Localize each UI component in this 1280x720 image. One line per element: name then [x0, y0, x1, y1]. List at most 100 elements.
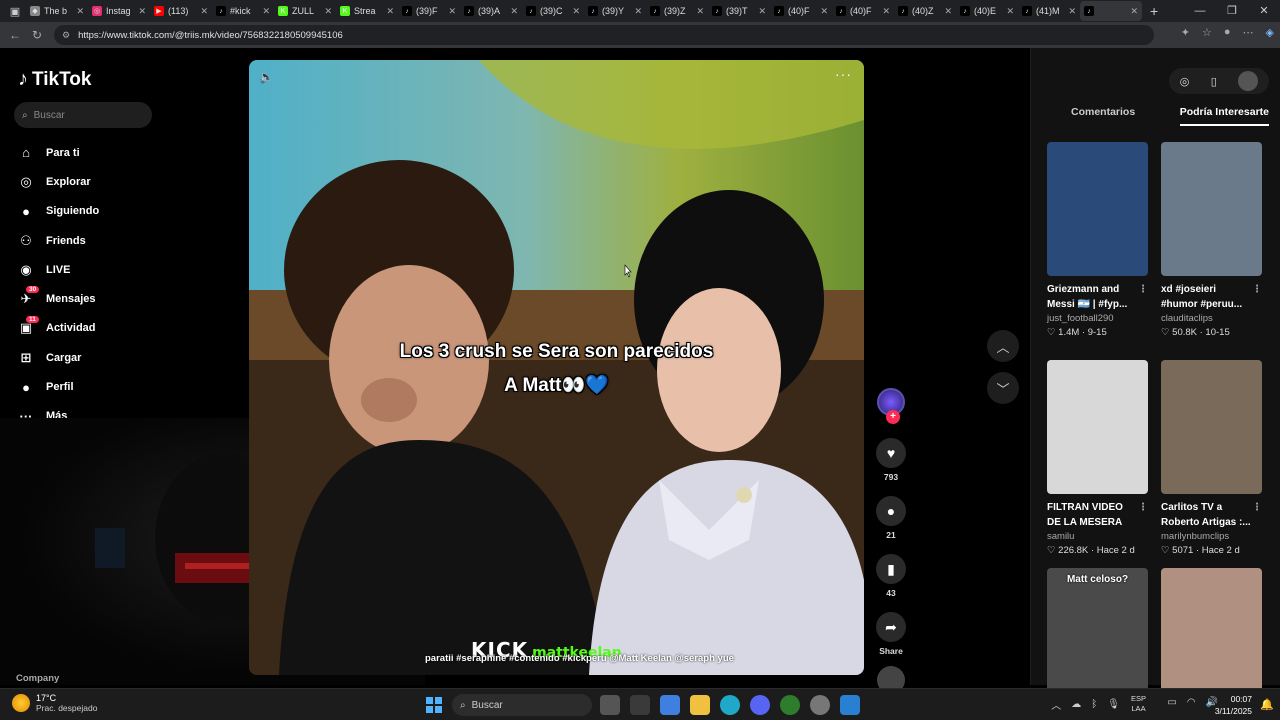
task-view-icon[interactable] — [600, 695, 620, 715]
taskbar-clock[interactable]: 00:07 3/11/2025 — [1215, 693, 1252, 717]
minimize-button[interactable]: — — [1184, 0, 1216, 22]
video-card-title[interactable]: Carlitos TV a Roberto Artigas :... ⋮ — [1161, 500, 1262, 530]
extensions-icon[interactable]: ✦ — [1181, 26, 1190, 39]
explore-icon[interactable]: ◎ — [1180, 75, 1190, 88]
browser-tab[interactable]: ♪ (39)C ✕ — [522, 1, 584, 21]
site-info-icon[interactable]: ⚙ — [62, 30, 70, 41]
browser-tab[interactable]: ♪ (39)Y ✕ — [584, 1, 646, 21]
discord-icon[interactable] — [750, 695, 770, 715]
card-more-icon[interactable]: ⋮ — [1252, 500, 1262, 515]
sidebar-item-siguiendo[interactable]: ● Siguiendo — [18, 197, 99, 226]
app-icon[interactable] — [810, 695, 830, 715]
url-bar[interactable]: ⚙ https://www.tiktok.com/@triis.mk/video… — [54, 25, 1154, 45]
maximize-button[interactable]: ❐ — [1216, 0, 1248, 22]
browser-tab[interactable]: ♪ (41)M ✕ — [1018, 1, 1080, 21]
tab-comments[interactable]: Comentarios — [1071, 106, 1135, 126]
device-icon[interactable]: ▯ — [1211, 75, 1217, 88]
next-video-button[interactable]: ﹀ — [987, 372, 1019, 404]
weather-widget[interactable]: 17°C Prac. despejado — [12, 693, 97, 713]
search-input[interactable] — [33, 109, 134, 121]
video-card-author[interactable]: marilynbumclips — [1161, 531, 1262, 542]
video-player[interactable]: 🔈 ··· Los 3 crush se Sera son parecidos … — [249, 60, 864, 675]
start-button[interactable] — [426, 697, 442, 713]
reload-button[interactable]: ↻ — [26, 28, 48, 42]
tray-chevron-icon[interactable]: ︿ — [1051, 697, 1061, 712]
video-card[interactable]: Griezmann and Messi 🇦🇷 | #fyp... ⋮ just_fo… — [1047, 142, 1148, 338]
bluetooth-icon[interactable]: ᛒ — [1091, 699, 1097, 710]
profile-circle-icon[interactable] — [1238, 71, 1259, 91]
mic-icon[interactable]: 🎙 — [1107, 699, 1120, 710]
menu-icon[interactable]: ⋯ — [1243, 26, 1254, 39]
copilot-icon[interactable]: ◈ — [1266, 26, 1274, 39]
sidebar-item-live[interactable]: ◉ LIVE — [18, 255, 99, 284]
sidebar-item-explorar[interactable]: ◎ Explorar — [18, 167, 99, 196]
browser-tab[interactable]: ♪ (39)Z ✕ — [646, 1, 708, 21]
video-card-title[interactable]: FILTRAN VIDEO DE LA MESERA LE... ⋮ — [1047, 500, 1148, 530]
video-thumbnail[interactable]: Matt celoso? — [1047, 568, 1148, 702]
browser-tab[interactable]: K Strea ✕ — [336, 1, 398, 21]
tab-close-icon[interactable]: ✕ — [696, 6, 704, 17]
video-card-title[interactable]: xd #joseieri #humor #peruu... ⋮ — [1161, 282, 1262, 312]
wifi-icon[interactable]: ◠ — [1187, 697, 1196, 708]
video-thumbnail[interactable] — [1161, 142, 1262, 276]
follow-plus-icon[interactable]: + — [886, 410, 900, 424]
sidebar-item-friends[interactable]: ⚇ Friends — [18, 226, 99, 255]
tab-close-icon[interactable]: ✕ — [1068, 6, 1076, 17]
tab-you-may-like[interactable]: Podría Interesarte — [1179, 106, 1269, 126]
tab-actions-icon[interactable]: ▣ — [4, 5, 26, 18]
close-window-button[interactable]: ✕ — [1248, 0, 1280, 22]
video-card[interactable]: Carlitos TV a Roberto Artigas :... ⋮ maril… — [1161, 360, 1262, 556]
tab-close-icon[interactable]: ✕ — [76, 6, 84, 17]
browser-tab[interactable]: ♪ ✕ — [1080, 1, 1142, 21]
profile-avatar-icon[interactable]: ● — [1224, 26, 1231, 39]
video-card[interactable]: Matt celoso? — [1047, 568, 1148, 702]
search-box[interactable]: ⌕ — [14, 102, 152, 128]
tab-close-icon[interactable]: ✕ — [448, 6, 456, 17]
sidebar-item-para-ti[interactable]: ⌂ Para ti — [18, 138, 99, 167]
browser-tab[interactable]: ♪ (39)T ✕ — [708, 1, 770, 21]
tab-close-icon[interactable]: ✕ — [324, 6, 332, 17]
browser-tab[interactable]: ♪ (39)A ✕ — [460, 1, 522, 21]
tab-close-icon[interactable]: ✕ — [262, 6, 270, 17]
tab-close-icon[interactable]: ✕ — [572, 6, 580, 17]
paint-icon[interactable] — [840, 695, 860, 715]
browser-tab[interactable]: ♪ #kick ✕ — [212, 1, 274, 21]
video-hashtags[interactable]: paratii #seraphine #contenido #kickperu … — [425, 653, 734, 664]
sidebar-item-mensajes[interactable]: ✈ Mensajes 30 — [18, 284, 99, 313]
tab-close-icon[interactable]: ✕ — [634, 6, 642, 17]
video-thumbnail[interactable] — [1047, 142, 1148, 276]
language-indicator[interactable]: ESP LAA — [1131, 694, 1146, 714]
back-button[interactable]: ← — [4, 28, 26, 42]
tab-close-icon[interactable]: ✕ — [386, 6, 394, 17]
tab-close-icon[interactable]: ✕ — [138, 6, 146, 17]
tab-close-icon[interactable]: ✕ — [1130, 6, 1138, 17]
sidebar-item-perfil[interactable]: ● Perfil — [18, 372, 99, 401]
video-card[interactable] — [1161, 568, 1262, 702]
browser-tab[interactable]: K ZULL ✕ — [274, 1, 336, 21]
creator-avatar[interactable]: + — [877, 388, 905, 424]
tab-close-icon[interactable]: ✕ — [510, 6, 518, 17]
tab-close-icon[interactable]: ✕ — [1006, 6, 1014, 17]
comment-button[interactable]: ● — [876, 496, 906, 526]
browser-tab[interactable]: ◎ Instag ✕ — [88, 1, 150, 21]
tab-close-icon[interactable]: ✕ — [882, 6, 890, 17]
video-card-author[interactable]: samilu — [1047, 531, 1148, 542]
save-button[interactable]: ▮ — [876, 554, 906, 584]
like-button[interactable]: ♥ — [876, 438, 906, 468]
browser-tab[interactable]: ♪ (39)F ✕ — [398, 1, 460, 21]
network-icon[interactable]: ▭ — [1167, 697, 1176, 708]
card-more-icon[interactable]: ⋮ — [1252, 282, 1262, 297]
video-card[interactable]: FILTRAN VIDEO DE LA MESERA LE... ⋮ samilu ♡… — [1047, 360, 1148, 556]
video-thumbnail[interactable] — [1047, 360, 1148, 494]
card-more-icon[interactable]: ⋮ — [1138, 500, 1148, 515]
volume-icon[interactable]: 🔈 — [259, 70, 274, 84]
browser-tab[interactable]: ▶ (113) ✕ — [150, 1, 212, 21]
browser-tab[interactable]: ♪ (40)Z ✕ — [894, 1, 956, 21]
file-explorer-icon[interactable] — [690, 695, 710, 715]
video-card-author[interactable]: clauditaclips — [1161, 313, 1262, 324]
store-icon[interactable] — [630, 695, 650, 715]
browser-tab[interactable]: ♪ (40)F ✕ — [770, 1, 832, 21]
tab-close-icon[interactable]: ✕ — [944, 6, 952, 17]
copilot-app-icon[interactable] — [660, 695, 680, 715]
sidebar-footer-company[interactable]: Company — [16, 673, 59, 684]
